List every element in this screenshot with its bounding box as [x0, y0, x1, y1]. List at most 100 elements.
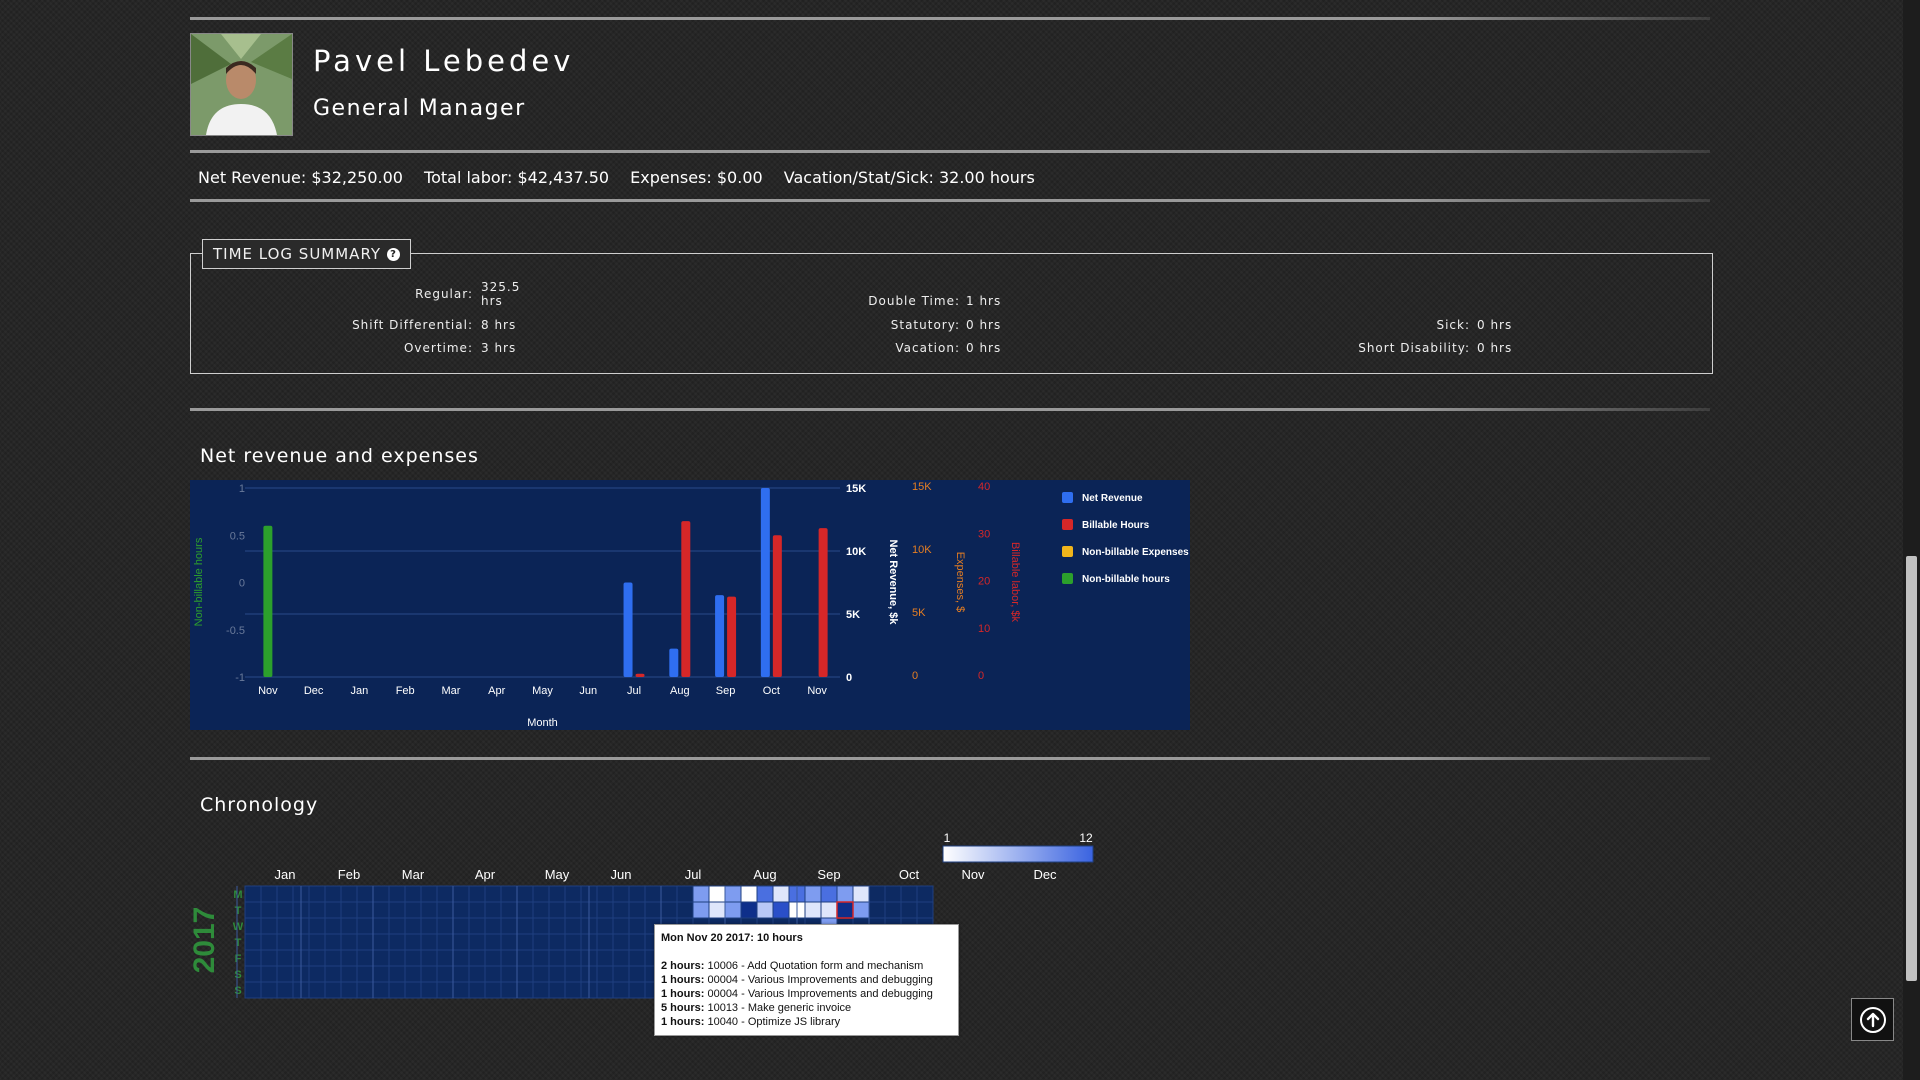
calendar-day-cell — [452, 949, 470, 967]
calendar-day-cell — [452, 933, 470, 951]
calendar-day-cell — [404, 933, 422, 951]
calendar-day-cell — [436, 901, 454, 919]
calendar-day-cell — [516, 901, 534, 919]
x-axis-title: Month — [527, 717, 558, 729]
calendar-day-cell — [484, 885, 502, 903]
x-tick-label: Mar — [441, 685, 460, 697]
x-tick-label: Jan — [351, 685, 369, 697]
calendar-day-cell — [244, 965, 262, 983]
help-icon[interactable]: ? — [387, 248, 401, 261]
calendar-day-cell — [564, 949, 582, 967]
calendar-day-cell — [260, 949, 278, 967]
calendar-day-cell — [532, 917, 550, 935]
timelog-value: 0 hrs — [966, 341, 1002, 355]
calendar-day-cell — [468, 981, 486, 999]
calendar-day-cell — [420, 949, 438, 967]
calendar-day-cell — [644, 885, 662, 903]
calendar-day-cell — [388, 917, 406, 935]
calendar-day-cell — [708, 885, 726, 903]
calendar-day-cell — [260, 917, 278, 935]
calendar-day-cell — [836, 901, 854, 919]
revenue-chart-svg: 1 0.5 0 -0.5 -1 Non-billable hours 15K 10K 5K 0 Ne… — [193, 481, 1189, 729]
calendar-day-cell — [468, 917, 486, 935]
calendar-day-cell — [724, 901, 742, 919]
timelog-value: 3 hrs — [481, 341, 517, 355]
calendar-day-cell — [324, 917, 342, 935]
calendar-day-cell — [244, 949, 262, 967]
calendar-day-cell — [884, 901, 902, 919]
calendar-day-cell — [276, 933, 294, 951]
total-labor-stat: Total labor: $42,437.50 — [424, 168, 610, 187]
calendar-day-cell — [756, 885, 774, 903]
divider — [190, 17, 1710, 20]
chart-bar — [681, 521, 691, 677]
month-label: May — [545, 867, 570, 882]
timelog-value: 325.5 hrs — [481, 280, 521, 308]
x-tick-label: Nov — [807, 685, 827, 697]
calendar-day-cell — [852, 885, 870, 903]
calendar-day-cell — [404, 885, 422, 903]
tooltip-task: 10006 - Add Quotation form and mechanism — [704, 960, 924, 972]
chart-bar — [635, 673, 645, 677]
month-label: Dec — [1033, 867, 1057, 882]
calendar-day-cell — [452, 917, 470, 935]
timelog-label: Statutory: — [890, 318, 960, 332]
calendar-day-cell — [628, 981, 646, 999]
calendar-day-cell — [692, 901, 710, 919]
timelog-label: Regular: — [415, 287, 473, 301]
x-tick-label: Feb — [396, 685, 415, 697]
scroll-to-top-button[interactable] — [1851, 998, 1894, 1041]
calendar-day-cell — [372, 885, 390, 903]
y-axis-title: Net Revenue, $k — [887, 540, 899, 626]
calendar-day-cell — [612, 949, 630, 967]
y-tick-label: 10 — [978, 623, 990, 635]
y-axis-title: Expenses, $ — [954, 552, 966, 613]
timelog-label: Double Time: — [868, 294, 960, 308]
calendar-day-cell — [276, 981, 294, 999]
x-tick-label: Dec — [304, 685, 324, 697]
timelog-value: 0 hrs — [1477, 341, 1513, 355]
x-tick-label: Apr — [488, 685, 505, 697]
calendar-day-cell — [260, 933, 278, 951]
y-tick-label: -1 — [235, 672, 245, 684]
chart-bar — [263, 525, 273, 677]
legend-label: Billable Hours — [1082, 520, 1150, 531]
calendar-day-cell — [516, 981, 534, 999]
timelog-value: 8 hrs — [481, 318, 517, 332]
scrollbar-thumb[interactable] — [1906, 556, 1917, 981]
calendar-day-cell — [484, 981, 502, 999]
calendar-day-cell — [676, 885, 694, 903]
profile-role: General Manager — [313, 96, 526, 121]
calendar-day-cell — [372, 917, 390, 935]
calendar-day-cell — [628, 949, 646, 967]
tooltip-task: 10040 - Optimize JS library — [704, 1016, 841, 1028]
calendar-day-cell — [468, 965, 486, 983]
tooltip-line: 1 hours: 00004 - Various Improvements an… — [661, 988, 933, 1000]
calendar-day-cell — [612, 901, 630, 919]
month-label: Jun — [611, 867, 632, 882]
divider — [190, 408, 1710, 411]
page-scrollbar[interactable] — [1903, 0, 1920, 1080]
calendar-day-cell — [324, 981, 342, 999]
calendar-day-cell — [356, 933, 374, 951]
calendar-day-cell — [388, 885, 406, 903]
calendar-day-cell — [324, 901, 342, 919]
calendar-day-cell — [452, 965, 470, 983]
timelog-label: Overtime: — [403, 341, 473, 355]
calendar-day-cell — [404, 917, 422, 935]
month-label: Oct — [899, 867, 920, 882]
calendar-day-cell — [868, 885, 886, 903]
legend-swatch — [1062, 546, 1073, 557]
y-tick-label: 10K — [912, 544, 932, 556]
calendar-day-cell — [612, 981, 630, 999]
calendar-day-cell — [596, 901, 614, 919]
timelog-label: Short Disability: — [1358, 341, 1470, 355]
calendar-day-cell — [548, 885, 566, 903]
calendar-day-cell — [420, 933, 438, 951]
calendar-day-cell — [484, 933, 502, 951]
calendar-day-cell — [868, 901, 886, 919]
chart-bar — [772, 535, 782, 677]
calendar-day-cell — [340, 965, 358, 983]
calendar-day-cell — [404, 901, 422, 919]
calendar-day-cell — [372, 901, 390, 919]
